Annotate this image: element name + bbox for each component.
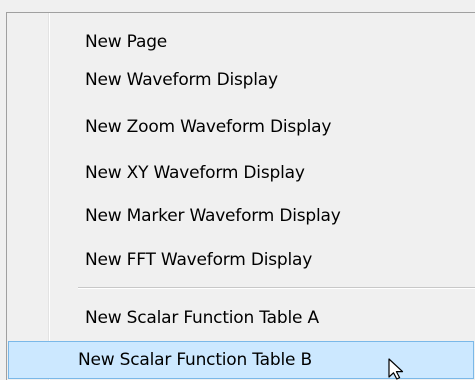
menu-item-new-waveform-display[interactable]: New Waveform Display (7, 60, 475, 100)
menu-item-label: New FFT Waveform Display (85, 250, 313, 270)
menu-item-new-marker-waveform-display[interactable]: New Marker Waveform Display (7, 196, 475, 236)
menu-item-label: New Scalar Function Table B (78, 350, 312, 370)
context-menu: New Page New Waveform Display New Zoom W… (0, 0, 475, 380)
menu-item-new-page[interactable]: New Page (7, 22, 475, 62)
menu-item-label: New Scalar Function Table A (85, 308, 319, 328)
menu-item-label: New Zoom Waveform Display (85, 117, 332, 137)
menu-item-new-scalar-function-table-a[interactable]: New Scalar Function Table A (7, 298, 475, 338)
menu-item-label: New Page (85, 32, 168, 52)
menu-item-new-fft-waveform-display[interactable]: New FFT Waveform Display (7, 240, 475, 280)
menu-separator-highlight (78, 288, 475, 289)
menu-item-new-zoom-waveform-display[interactable]: New Zoom Waveform Display (7, 107, 475, 147)
menu-item-new-xy-waveform-display[interactable]: New XY Waveform Display (7, 153, 475, 193)
menu-item-label: New Waveform Display (85, 70, 278, 90)
menu-item-label: New Marker Waveform Display (85, 206, 341, 226)
mouse-pointer-icon (388, 358, 404, 380)
menu-item-label: New XY Waveform Display (85, 163, 305, 183)
context-menu-top-border (6, 12, 475, 13)
